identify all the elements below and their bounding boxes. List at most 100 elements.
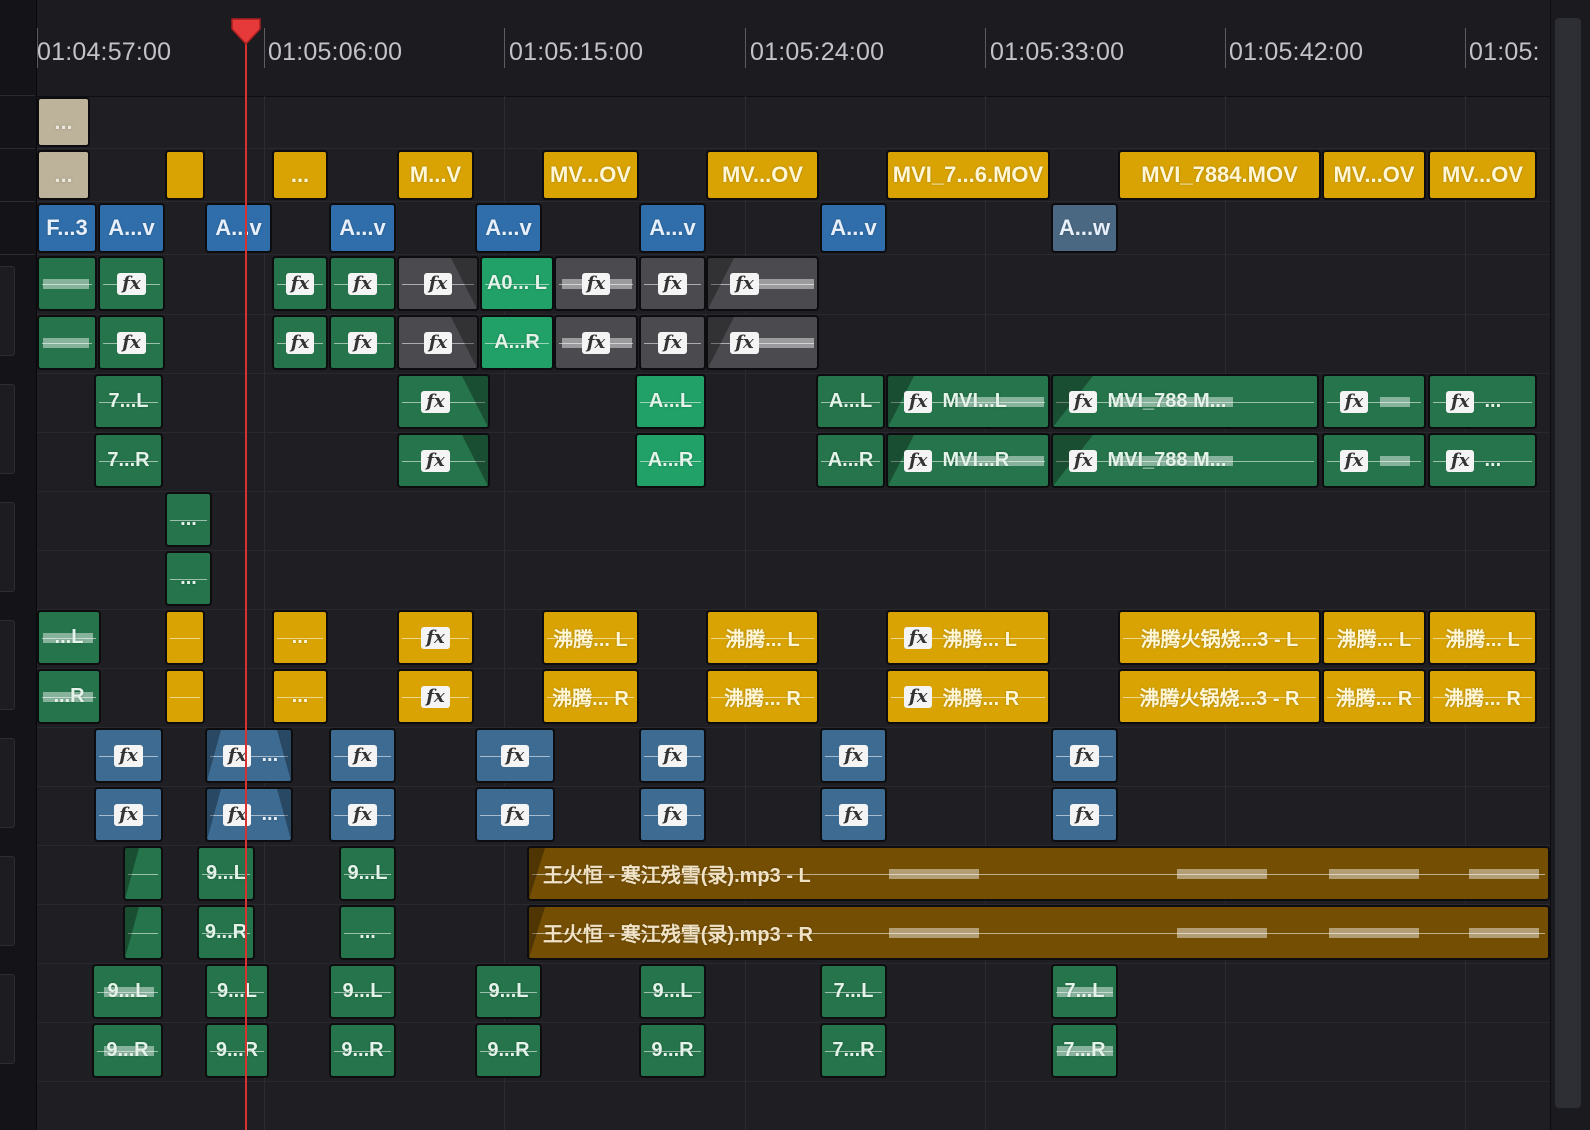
audio-clip[interactable]: fx... bbox=[205, 728, 293, 783]
audio-clip[interactable]: fx bbox=[475, 728, 555, 783]
audio-clip[interactable]: fx 沸腾... L bbox=[886, 610, 1050, 665]
audio-clip[interactable]: A...R bbox=[635, 433, 706, 488]
audio-clip[interactable]: 9...R bbox=[639, 1023, 706, 1078]
audio-clip[interactable] bbox=[37, 315, 97, 370]
audio-clip[interactable]: 7...L bbox=[820, 964, 887, 1019]
audio-clip[interactable]: fx MVI...R bbox=[886, 433, 1050, 488]
audio-clip[interactable]: fx bbox=[820, 728, 887, 783]
audio-clip[interactable]: A...R bbox=[816, 433, 885, 488]
video-clip[interactable]: MV...OV bbox=[1322, 150, 1426, 200]
audio-clip[interactable]: 9...L bbox=[92, 964, 163, 1019]
audio-clip[interactable]: fx bbox=[329, 315, 396, 370]
audio-clip[interactable]: fx MVI_788 M... bbox=[1051, 374, 1319, 429]
track-resize-handle[interactable] bbox=[0, 856, 15, 946]
audio-clip[interactable] bbox=[123, 905, 163, 960]
audio-clip[interactable]: fx bbox=[329, 256, 396, 311]
audio-clip[interactable] bbox=[123, 846, 163, 901]
audio-clip[interactable]: A...L bbox=[635, 374, 706, 429]
audio-clip[interactable]: fx bbox=[272, 315, 328, 370]
audio-clip[interactable]: fx MVI...L bbox=[886, 374, 1050, 429]
music-clip[interactable]: 王火恒 - 寒江残雪(录).mp3 - L bbox=[527, 846, 1550, 901]
video-clip[interactable]: A...v bbox=[820, 203, 887, 253]
video-clip[interactable]: ... bbox=[37, 97, 90, 147]
audio-clip[interactable] bbox=[165, 669, 205, 724]
scrollbar-thumb[interactable] bbox=[1555, 18, 1581, 1108]
track-resize-handle[interactable] bbox=[0, 738, 15, 828]
video-clip[interactable]: A...v bbox=[475, 203, 542, 253]
audio-clip[interactable]: 沸腾... L bbox=[1322, 610, 1426, 665]
audio-clip[interactable]: 沸腾... R bbox=[1322, 669, 1426, 724]
video-clip[interactable]: MVI_7884.MOV bbox=[1118, 150, 1321, 200]
audio-clip[interactable]: 7...R bbox=[820, 1023, 887, 1078]
audio-clip[interactable]: 9...L bbox=[205, 964, 269, 1019]
audio-clip[interactable]: fx bbox=[475, 787, 555, 842]
video-clip[interactable]: A...v bbox=[329, 203, 396, 253]
audio-clip[interactable]: ... bbox=[339, 905, 396, 960]
timeline-tracks[interactable]: ... ... ... M...V MV...OV MV...OV MVI_7.… bbox=[37, 96, 1550, 1130]
audio-clip[interactable]: fx bbox=[329, 787, 396, 842]
audio-clip[interactable]: fx bbox=[94, 787, 163, 842]
track-resize-handle[interactable] bbox=[0, 974, 15, 1064]
audio-clip[interactable]: 9...L bbox=[639, 964, 706, 1019]
audio-clip[interactable]: fx bbox=[397, 433, 490, 488]
audio-clip[interactable] bbox=[165, 610, 205, 665]
audio-clip[interactable]: 9...R bbox=[475, 1023, 542, 1078]
audio-clip[interactable]: A...L bbox=[816, 374, 885, 429]
video-clip[interactable]: MV...OV bbox=[542, 150, 639, 200]
audio-clip[interactable]: fx bbox=[1322, 433, 1426, 488]
audio-clip[interactable]: fx... bbox=[1428, 433, 1537, 488]
audio-clip[interactable]: 9...R bbox=[205, 1023, 269, 1078]
video-clip[interactable]: M...V bbox=[397, 150, 474, 200]
video-clip[interactable]: F...3 bbox=[37, 203, 97, 253]
audio-clip[interactable]: ...L bbox=[37, 610, 101, 665]
track-resize-handle[interactable] bbox=[0, 502, 15, 592]
audio-clip[interactable]: fx bbox=[1322, 374, 1426, 429]
audio-clip[interactable]: 7...R bbox=[1051, 1023, 1118, 1078]
video-clip[interactable]: MVI_7...6.MOV bbox=[886, 150, 1050, 200]
audio-clip[interactable]: fx 沸腾... R bbox=[886, 669, 1050, 724]
audio-clip[interactable]: fx bbox=[554, 315, 638, 370]
audio-clip[interactable]: fx bbox=[639, 256, 706, 311]
audio-clip[interactable]: 7...R bbox=[94, 433, 163, 488]
audio-clip[interactable]: 9...R bbox=[329, 1023, 396, 1078]
audio-clip[interactable]: fx bbox=[397, 315, 479, 370]
audio-clip[interactable]: fx... bbox=[205, 787, 293, 842]
track-resize-handle[interactable] bbox=[0, 266, 15, 356]
audio-clip[interactable]: fx bbox=[397, 374, 490, 429]
audio-clip[interactable]: fx... bbox=[1428, 374, 1537, 429]
audio-clip[interactable]: fx bbox=[820, 787, 887, 842]
audio-clip[interactable]: fx bbox=[639, 787, 706, 842]
video-clip[interactable]: ... bbox=[37, 150, 90, 200]
audio-clip[interactable]: 沸腾... L bbox=[542, 610, 639, 665]
audio-clip[interactable]: fx bbox=[639, 728, 706, 783]
audio-clip[interactable]: fx bbox=[706, 256, 819, 311]
audio-clip[interactable]: ... bbox=[165, 492, 212, 547]
audio-clip[interactable]: ...R bbox=[37, 669, 101, 724]
audio-clip[interactable] bbox=[37, 256, 97, 311]
audio-clip[interactable]: 9...R bbox=[92, 1023, 163, 1078]
audio-clip[interactable]: 沸腾火锅烧...3 - L bbox=[1118, 610, 1321, 665]
audio-clip[interactable]: ... bbox=[272, 610, 328, 665]
audio-clip[interactable]: fx bbox=[98, 315, 165, 370]
audio-clip[interactable]: fx bbox=[98, 256, 165, 311]
audio-clip[interactable]: fx bbox=[1051, 787, 1118, 842]
video-clip[interactable]: ... bbox=[272, 150, 328, 200]
playhead-line[interactable] bbox=[245, 30, 247, 1130]
audio-clip[interactable]: fx MVI_788 M... bbox=[1051, 433, 1319, 488]
video-clip[interactable]: A...v bbox=[205, 203, 272, 253]
audio-clip[interactable]: 沸腾火锅烧...3 - R bbox=[1118, 669, 1321, 724]
video-clip[interactable]: A...v bbox=[639, 203, 706, 253]
audio-clip[interactable]: 7...L bbox=[94, 374, 163, 429]
audio-clip[interactable]: fx bbox=[397, 669, 474, 724]
audio-clip[interactable]: fx bbox=[639, 315, 706, 370]
audio-clip[interactable]: fx bbox=[272, 256, 328, 311]
audio-clip[interactable]: 沸腾... R bbox=[542, 669, 639, 724]
audio-clip[interactable]: 9...L bbox=[339, 846, 396, 901]
audio-clip[interactable]: fx bbox=[706, 315, 819, 370]
audio-clip[interactable]: ... bbox=[165, 551, 212, 606]
video-clip[interactable]: A...w bbox=[1051, 203, 1118, 253]
audio-clip[interactable]: 沸腾... L bbox=[706, 610, 819, 665]
audio-clip[interactable]: fx bbox=[94, 728, 163, 783]
audio-clip[interactable]: fx bbox=[1051, 728, 1118, 783]
audio-clip[interactable]: fx bbox=[329, 728, 396, 783]
